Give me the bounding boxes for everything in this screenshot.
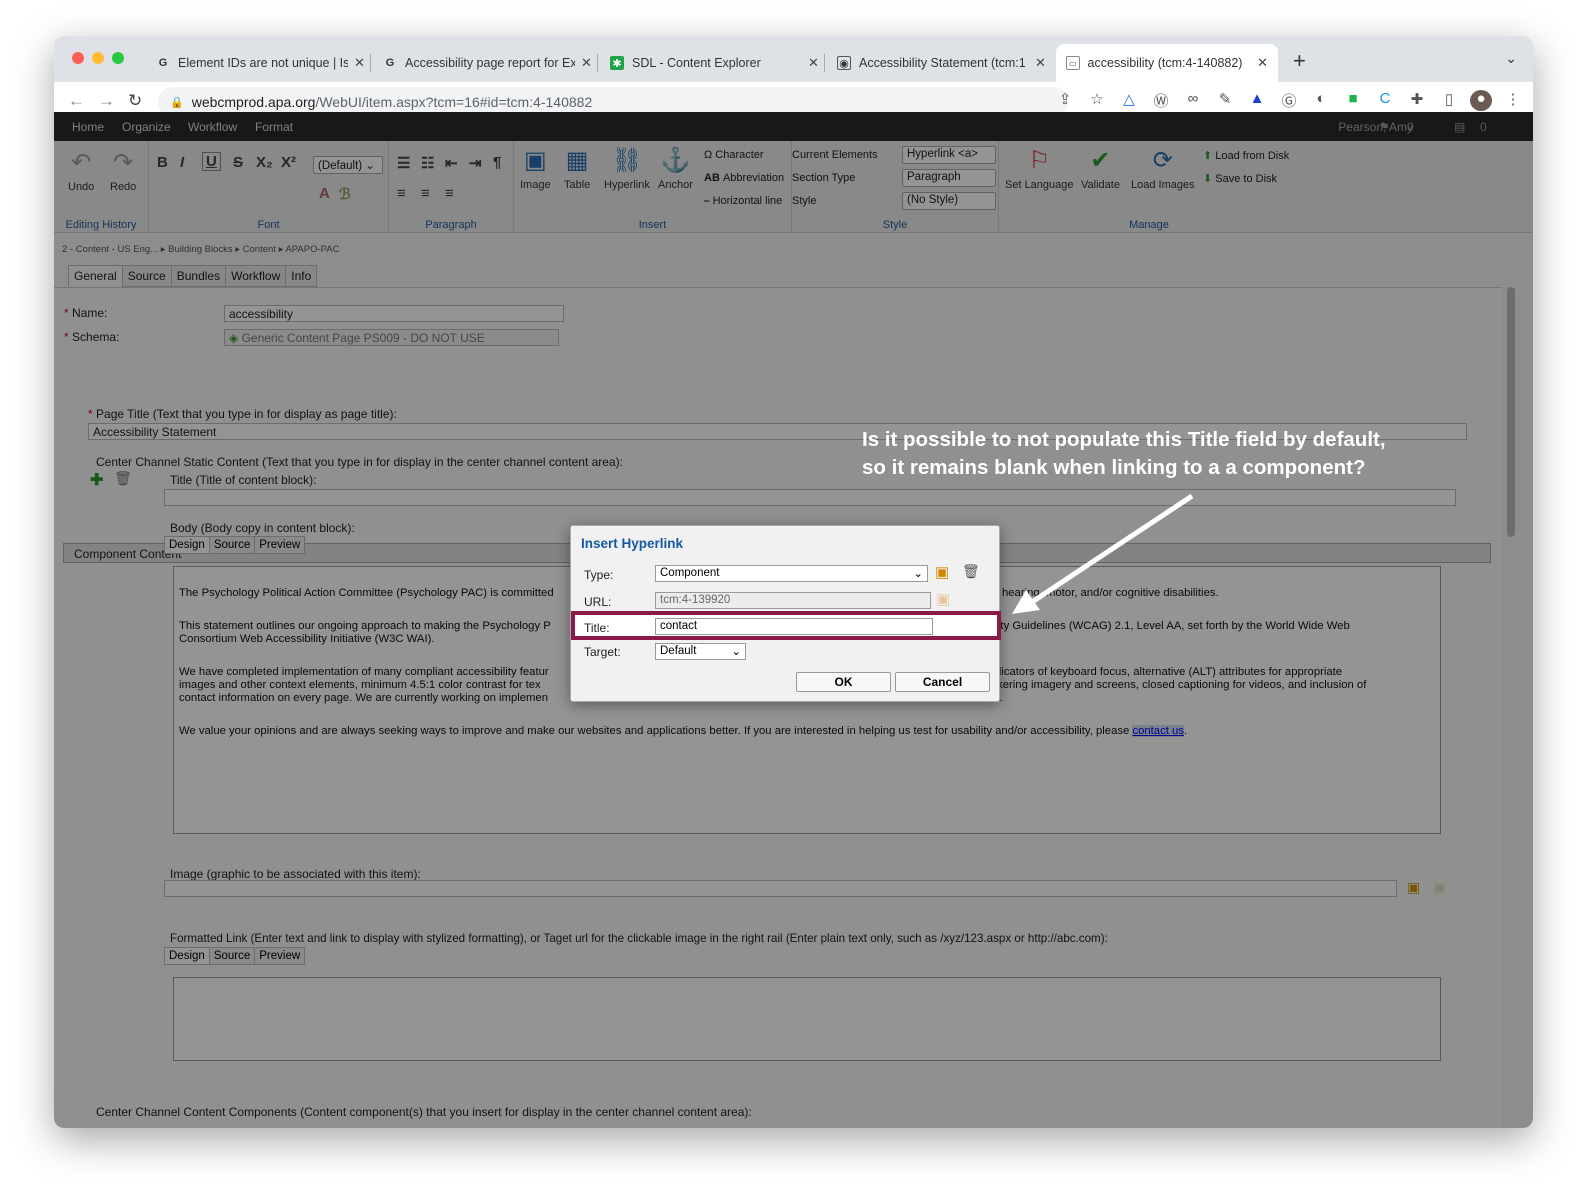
title-label: Title: (584, 621, 610, 635)
tab-search-chevron-icon[interactable]: ⌄ (1505, 50, 1517, 67)
browser-tab[interactable]: G Element IDs are not unique | Is ✕ (146, 44, 375, 82)
url-value: tcm:4-139920 (660, 594, 731, 606)
tab-strip: G Element IDs are not unique | Is ✕ G Ac… (54, 36, 1533, 82)
extension-a-icon[interactable]: ▲ (1246, 90, 1268, 111)
annotation-text: Is it possible to not populate this Titl… (862, 426, 1462, 482)
page-icon: ◉ (837, 56, 851, 70)
new-tab-icon[interactable]: + (1293, 48, 1306, 74)
avatar[interactable]: ● (1470, 90, 1492, 111)
browse-component-icon[interactable]: ▣ (935, 563, 949, 581)
sidebar-icon[interactable]: ▯ (1438, 90, 1460, 111)
extension-g-icon[interactable]: Ⓖ (1278, 90, 1300, 111)
lock-icon: 🔒 (170, 96, 184, 109)
url-input[interactable]: tcm:4-139920 (655, 592, 931, 609)
more-icon[interactable]: ⋮ (1502, 90, 1524, 111)
tab-title: accessibility (tcm:4-140882) (1087, 56, 1243, 70)
chevron-down-icon: ⌄ (913, 568, 923, 580)
zoom-window-button[interactable] (112, 52, 124, 64)
eyedropper-icon[interactable]: ✎ (1214, 90, 1236, 111)
browser-tab-active[interactable]: ▭ accessibility (tcm:4-140882) ✕ (1056, 44, 1278, 82)
close-tab-icon[interactable]: ✕ (1035, 55, 1046, 71)
ok-button[interactable]: OK (796, 672, 891, 692)
share-icon[interactable]: ⇪ (1054, 90, 1076, 111)
url-host: webcmprod.apa.org (191, 94, 316, 110)
target-select[interactable]: Default ⌄ (655, 643, 746, 660)
type-value: Component (660, 567, 720, 579)
close-tab-icon[interactable]: ✕ (354, 55, 365, 71)
close-tab-icon[interactable]: ✕ (581, 55, 592, 71)
document-icon: ▭ (1066, 56, 1080, 70)
tab-title: SDL - Content Explorer (632, 56, 761, 70)
tab-title: Accessibility Statement (tcm:1 (859, 56, 1026, 70)
wordpress-icon[interactable]: Ⓦ (1150, 90, 1172, 111)
annotation-line: Is it possible to not populate this Titl… (862, 428, 1386, 451)
close-tab-icon[interactable]: ✕ (1257, 55, 1268, 71)
forward-icon[interactable]: → (98, 91, 115, 111)
back-icon[interactable]: ← (68, 91, 85, 111)
google-icon: G (385, 57, 395, 69)
puzzle-icon[interactable]: ✚ (1406, 90, 1428, 111)
google-icon: G (158, 57, 168, 69)
minimize-window-button[interactable] (92, 52, 104, 64)
extensions: ⇪ ☆ △ Ⓦ ∞ ✎ ▲ Ⓖ ◐ ■ C ✚ ▯ ● ⋮ (1054, 90, 1524, 111)
url-label: URL: (584, 595, 612, 609)
bookmark-star-icon[interactable]: ☆ (1086, 90, 1108, 111)
dialog-title: Insert Hyperlink (581, 536, 684, 551)
browser-tab[interactable]: ✱ SDL - Content Explorer ✕ (600, 44, 829, 82)
annotation-line: so it remains blank when linking to a a … (862, 456, 1366, 479)
tab-title: Element IDs are not unique | Is (178, 56, 348, 70)
type-label: Type: (584, 568, 614, 582)
tab-title: Accessibility page report for Ex (405, 56, 575, 70)
insert-hyperlink-dialog: Insert Hyperlink Type: Component ⌄ ▣ 🗑 UR… (570, 525, 1001, 702)
reload-icon[interactable]: ↻ (128, 91, 142, 111)
browse-url-icon[interactable]: ▣ (936, 590, 950, 608)
type-select[interactable]: Component ⌄ (655, 565, 928, 582)
title-value: contact (660, 620, 698, 632)
sdl-icon: ✱ (610, 56, 624, 70)
extension-green-icon[interactable]: ■ (1342, 90, 1364, 111)
title-input[interactable]: contact (655, 618, 933, 635)
extension-c-icon[interactable]: C (1374, 90, 1396, 111)
extension-triangle-icon[interactable]: △ (1118, 90, 1140, 111)
close-tab-icon[interactable]: ✕ (808, 55, 819, 71)
cancel-label: Cancel (922, 675, 963, 689)
annotation-arrow (1012, 493, 1194, 614)
browser-tab[interactable]: G Accessibility page report for Ex ✕ (373, 44, 602, 82)
chevron-down-icon: ⌄ (731, 646, 741, 658)
cancel-button[interactable]: Cancel (895, 672, 990, 692)
ok-label: OK (834, 675, 853, 689)
url-path: /WebUI/item.aspx?tcm=16#id=tcm:4-140882 (315, 94, 593, 110)
browser-window: G Element IDs are not unique | Is ✕ G Ac… (54, 36, 1533, 1128)
close-window-button[interactable] (72, 52, 84, 64)
target-label: Target: (584, 645, 621, 659)
dark-mode-icon[interactable]: ◐ (1310, 90, 1332, 111)
target-value: Default (660, 645, 697, 657)
glasses-icon[interactable]: ∞ (1182, 90, 1204, 111)
window-controls (72, 52, 124, 64)
trash-icon[interactable]: 🗑 (962, 563, 980, 580)
browser-tab[interactable]: ◉ Accessibility Statement (tcm:1 ✕ (827, 44, 1056, 82)
